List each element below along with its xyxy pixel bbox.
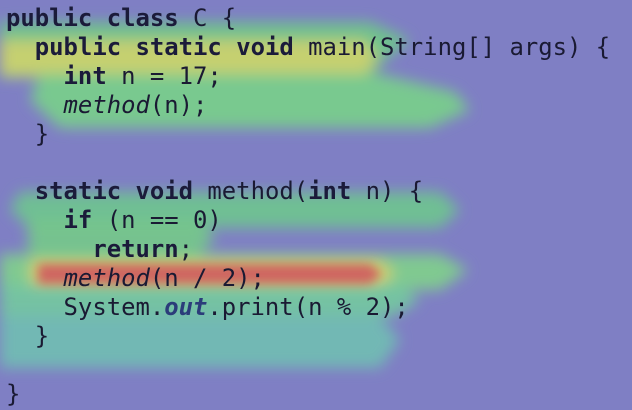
- keyword-void: void: [135, 177, 194, 206]
- keyword-void: void: [236, 32, 294, 61]
- code-line-8: if (n == 0): [6, 206, 610, 235]
- code-text: C {: [178, 4, 237, 32]
- keyword-int: int: [63, 61, 107, 90]
- code-line-5: }: [6, 119, 50, 148]
- code-text: n) {: [351, 177, 424, 206]
- code-line-9: return;: [6, 235, 610, 264]
- keyword-if: if: [63, 206, 93, 235]
- code-line-3: int n = 17;: [6, 62, 610, 91]
- attention-heatmap-canvas: public class C { public static void main…: [0, 0, 632, 410]
- keyword-class: class: [106, 4, 179, 32]
- code-line-12: }: [6, 321, 50, 350]
- code-text: ;: [178, 235, 194, 264]
- code-text: method(: [193, 177, 309, 206]
- code-line-7: static void method(int n) {: [6, 177, 610, 206]
- code-text: System.: [63, 292, 165, 321]
- code-text: main(String[] args) {: [293, 32, 611, 61]
- keyword-public: public: [6, 4, 93, 32]
- code-text: (n / 2);: [149, 264, 265, 293]
- keyword-static: static: [135, 32, 222, 61]
- code-text: (n == 0): [92, 206, 222, 235]
- static-field: out: [164, 292, 208, 321]
- code-line-10: method(n / 2);: [6, 264, 610, 293]
- code-line-2: public static void main(String[] args) {: [6, 33, 610, 62]
- method-call: method: [63, 90, 150, 119]
- code-line-14: }: [6, 379, 21, 408]
- keyword-static: static: [34, 177, 122, 206]
- java-code-block: public class C { public static void main…: [6, 4, 610, 408]
- code-line-4: method(n);: [6, 91, 610, 120]
- keyword-public: public: [34, 32, 122, 61]
- code-text: .print(n % 2);: [207, 292, 409, 321]
- code-line-11: System.out.print(n % 2);: [6, 293, 610, 322]
- keyword-return: return: [92, 235, 179, 264]
- code-text: (n);: [149, 90, 208, 119]
- method-call: method: [63, 264, 150, 293]
- keyword-int: int: [308, 177, 352, 206]
- code-line-1: public class C {: [6, 4, 610, 33]
- code-text: n = 17;: [106, 61, 222, 90]
